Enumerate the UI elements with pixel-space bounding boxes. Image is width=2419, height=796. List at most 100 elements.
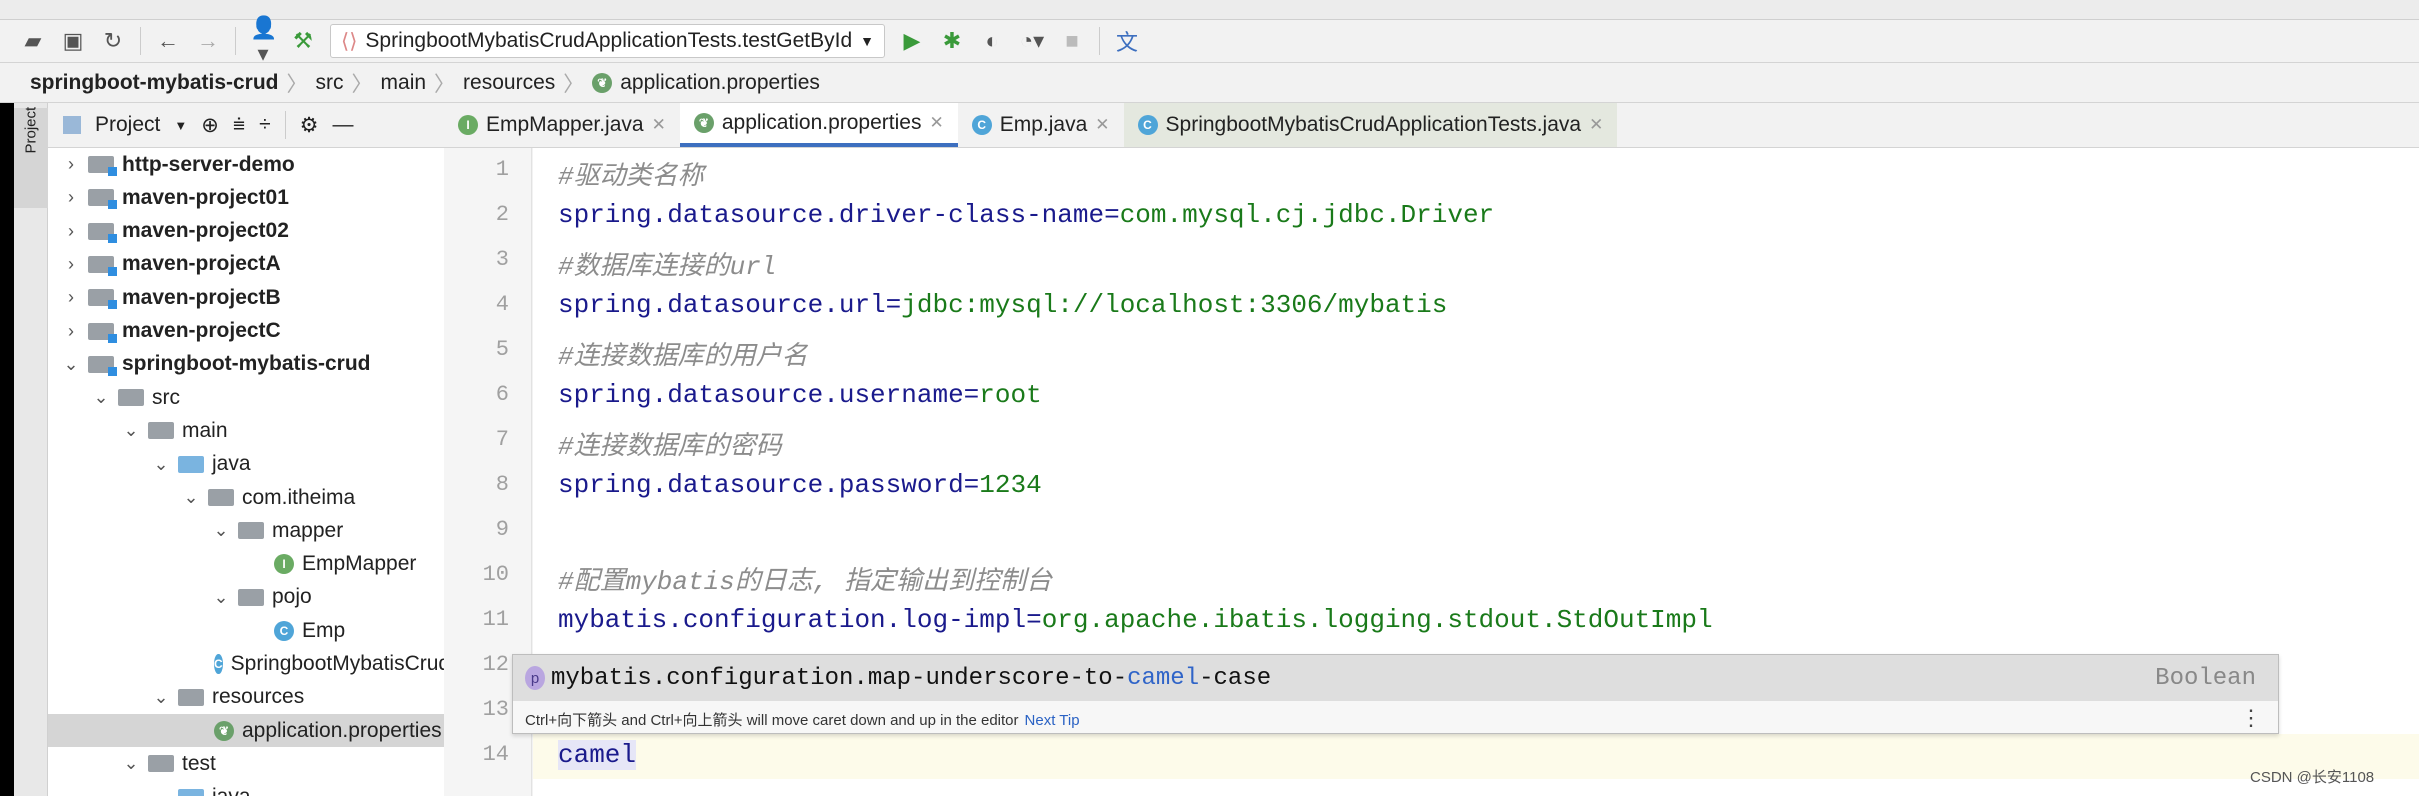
chevron-down-icon: ▼ bbox=[860, 33, 874, 49]
completion-item[interactable]: p mybatis.configuration.map-underscore-t… bbox=[513, 655, 2278, 701]
project-tree: › http-server-demo › maven-project01 › maven-… bbox=[48, 148, 444, 796]
code-line: spring.datasource.driver-class-name=com.… bbox=[558, 200, 1494, 230]
tree-item[interactable]: ⌄ main bbox=[48, 414, 444, 447]
chevron-down-icon[interactable]: ▼ bbox=[174, 118, 187, 133]
more-options-icon[interactable]: ⋮ bbox=[2240, 705, 2262, 731]
close-icon[interactable]: ✕ bbox=[652, 115, 666, 135]
chevron-down-icon[interactable]: ⌄ bbox=[150, 454, 172, 475]
tree-item-label: src bbox=[152, 385, 180, 409]
chevron-down-icon[interactable]: ⌄ bbox=[180, 487, 202, 508]
open-folder-icon[interactable]: ▰ bbox=[20, 28, 46, 54]
tree-item[interactable]: › http-server-demo bbox=[48, 148, 444, 181]
breadcrumb-src[interactable]: src bbox=[316, 71, 344, 95]
tree-item[interactable]: › maven-project02 bbox=[48, 215, 444, 248]
tree-item[interactable]: I EmpMapper bbox=[48, 548, 444, 581]
debug-icon[interactable]: ✱ bbox=[939, 28, 965, 54]
back-icon[interactable]: ← bbox=[155, 28, 181, 54]
chevron-right-icon[interactable]: › bbox=[60, 154, 82, 175]
tree-item[interactable]: ⌄ pojo bbox=[48, 581, 444, 614]
coverage-icon[interactable]: ◐ bbox=[979, 28, 1005, 54]
tree-item[interactable]: ⌄ com.itheima bbox=[48, 481, 444, 514]
user-icon[interactable]: 👤▾ bbox=[250, 15, 277, 67]
line-number: 2 bbox=[495, 202, 509, 227]
code-line: camel bbox=[558, 740, 637, 770]
code-line: mybatis.configuration.log-impl=org.apach… bbox=[558, 605, 1713, 635]
chevron-right-icon[interactable]: › bbox=[60, 187, 82, 208]
chevron-down-icon[interactable]: ⌄ bbox=[210, 587, 232, 608]
interface-icon: I bbox=[274, 554, 294, 575]
breadcrumb-resources[interactable]: resources bbox=[463, 71, 555, 95]
tree-item[interactable]: C SpringbootMybatisCrudApplication bbox=[48, 648, 444, 681]
code-line: #驱动类名称 bbox=[558, 155, 704, 192]
hide-icon[interactable]: — bbox=[332, 113, 353, 137]
tab-emp[interactable]: C Emp.java ✕ bbox=[958, 103, 1124, 147]
tree-item[interactable]: ⌄ java bbox=[48, 781, 444, 796]
gear-icon[interactable]: ⚙ bbox=[300, 113, 319, 138]
chevron-down-icon[interactable]: ⌄ bbox=[60, 354, 82, 375]
tree-item[interactable]: ⌄ resources bbox=[48, 681, 444, 714]
breadcrumb-main[interactable]: main bbox=[381, 71, 427, 95]
property-value: com.mysql.cj.jdbc.Driver bbox=[1119, 200, 1495, 230]
property-key: spring.datasource.driver-class-name= bbox=[558, 200, 1120, 230]
tree-item[interactable]: C Emp bbox=[48, 614, 444, 647]
stop-icon[interactable]: ■ bbox=[1059, 28, 1085, 54]
tree-item[interactable]: ⌄ mapper bbox=[48, 514, 444, 547]
completion-type: Boolean bbox=[2155, 664, 2256, 692]
chevron-down-icon[interactable]: ⌄ bbox=[150, 687, 172, 708]
module-folder-icon bbox=[88, 255, 117, 276]
chevron-right-icon[interactable]: › bbox=[60, 321, 82, 342]
tree-item[interactable]: ⌄ src bbox=[48, 381, 444, 414]
close-icon[interactable]: ✕ bbox=[1095, 115, 1109, 135]
tab-application-properties[interactable]: ❦ application.properties ✕ bbox=[679, 103, 958, 147]
profile-icon[interactable]: ◔▾ bbox=[1019, 28, 1045, 54]
completion-tip: Ctrl+向下箭头 and Ctrl+向上箭头 will move caret … bbox=[525, 709, 1080, 730]
chevron-down-icon[interactable]: ⌄ bbox=[90, 387, 112, 408]
screen-edge bbox=[0, 103, 14, 796]
next-tip-link[interactable]: Next Tip bbox=[1025, 712, 1080, 729]
run-icon[interactable]: ▶ bbox=[899, 28, 925, 54]
folder-icon bbox=[178, 455, 204, 473]
completion-popup: p mybatis.configuration.map-underscore-t… bbox=[512, 654, 2279, 734]
close-icon[interactable]: ✕ bbox=[1589, 115, 1603, 135]
main-toolbar: ▰ ▣ ↻ ← → 👤▾ ⚒ ⟨⟩ SpringbootMybatisCrudA… bbox=[0, 15, 2419, 66]
tree-item[interactable]: › maven-projectC bbox=[48, 315, 444, 348]
test-class-icon: C bbox=[1137, 115, 1158, 135]
line-number: 3 bbox=[495, 247, 509, 272]
tree-item[interactable]: ⌄ springboot-mybatis-crud bbox=[48, 348, 444, 381]
breadcrumb-file[interactable]: application.properties bbox=[620, 71, 820, 95]
expand-all-icon[interactable]: ⩧ bbox=[233, 113, 245, 137]
tree-item[interactable]: ⌄ test bbox=[48, 747, 444, 780]
chevron-down-icon[interactable]: ⌄ bbox=[120, 753, 142, 774]
collapse-all-icon[interactable]: ÷ bbox=[259, 113, 271, 137]
chevron-right-icon[interactable]: › bbox=[60, 287, 82, 308]
project-tool-window-button[interactable]: Project bbox=[14, 107, 48, 208]
line-number: 8 bbox=[495, 472, 509, 497]
tree-item[interactable]: › maven-projectA bbox=[48, 248, 444, 281]
chevron-down-icon[interactable]: ⌄ bbox=[120, 420, 142, 441]
tree-item-label: maven-projectA bbox=[122, 252, 281, 276]
run-configuration-select[interactable]: ⟨⟩ SpringbootMybatisCrudApplicationTests… bbox=[330, 24, 885, 58]
forward-icon[interactable]: → bbox=[195, 28, 221, 54]
translate-icon[interactable]: 文 bbox=[1114, 25, 1140, 57]
chevron-down-icon[interactable]: ⌄ bbox=[150, 787, 172, 796]
code-line: #数据库连接的url bbox=[558, 245, 776, 282]
folder-icon bbox=[148, 755, 174, 773]
chevron-right-icon[interactable]: › bbox=[60, 254, 82, 275]
close-icon[interactable]: ✕ bbox=[929, 113, 943, 133]
project-view-select[interactable]: Project bbox=[95, 113, 160, 137]
chevron-right-icon[interactable]: › bbox=[60, 221, 82, 242]
tree-item[interactable]: › maven-project01 bbox=[48, 181, 444, 214]
tree-item[interactable]: › maven-projectB bbox=[48, 281, 444, 314]
sync-icon[interactable]: ↻ bbox=[100, 28, 126, 54]
save-icon[interactable]: ▣ bbox=[60, 28, 86, 54]
tip-text: Ctrl+向下箭头 and Ctrl+向上箭头 will move caret … bbox=[525, 712, 1019, 729]
breadcrumb-project[interactable]: springboot-mybatis-crud bbox=[30, 71, 279, 95]
tab-empmapper[interactable]: I EmpMapper.java ✕ bbox=[444, 103, 680, 147]
tree-item[interactable]: ❦ application.properties bbox=[48, 714, 444, 748]
tab-application-tests[interactable]: C SpringbootMybatisCrudApplicationTests.j… bbox=[1123, 103, 1618, 147]
locate-icon[interactable]: ⊕ bbox=[201, 113, 219, 138]
chevron-down-icon[interactable]: ⌄ bbox=[210, 520, 232, 541]
build-hammer-icon[interactable]: ⚒ bbox=[290, 28, 316, 54]
tree-item[interactable]: ⌄ java bbox=[48, 448, 444, 481]
folder-icon bbox=[118, 389, 144, 407]
